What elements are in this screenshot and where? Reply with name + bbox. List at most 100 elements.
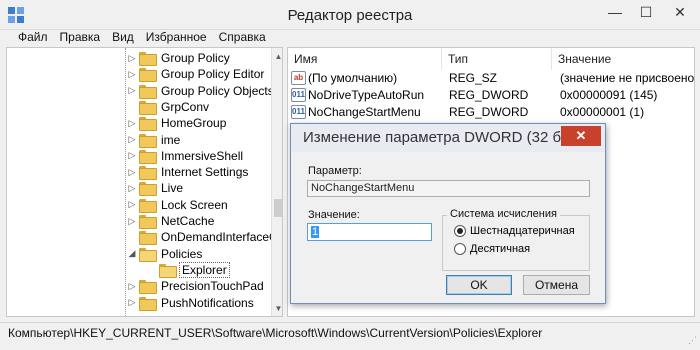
tree-item-label: GrpConv <box>161 99 210 114</box>
tree-item[interactable]: ▷ Group Policy <box>125 50 232 66</box>
value-row[interactable]: ab (По умолчанию) REG_SZ (значение не присв… <box>288 70 694 87</box>
folder-icon <box>139 231 157 246</box>
value-input-text: 1 <box>311 226 320 238</box>
value-input[interactable]: 1 <box>307 223 432 241</box>
column-header-type[interactable]: Тип <box>442 48 552 70</box>
value-row[interactable]: 011 NoChangeStartMenu REG_DWORD 0x00000001 … <box>288 104 694 121</box>
folder-icon <box>139 100 157 115</box>
resize-grip-icon[interactable]: ⋰ <box>688 330 698 345</box>
tree-item-label: ImmersiveShell <box>161 148 244 163</box>
tree-item[interactable]: ◢ Policies <box>125 246 204 262</box>
tree-item[interactable]: OnDemandInterfaceCache <box>125 229 282 246</box>
folder-icon <box>139 247 157 262</box>
scroll-thumb[interactable] <box>274 199 282 217</box>
collapse-icon[interactable]: ◢ <box>125 247 139 261</box>
folder-icon <box>139 280 157 295</box>
tree-item-label: Internet Settings <box>161 165 249 180</box>
expand-icon[interactable] <box>145 263 159 277</box>
base-group-label: Система исчисления <box>447 208 560 220</box>
tree-item-label: ime <box>161 132 181 147</box>
expand-icon[interactable]: ▷ <box>125 116 139 130</box>
expand-icon[interactable] <box>125 100 139 114</box>
menu-bar: Файл Правка Вид Избранное Справка <box>0 30 700 47</box>
value-row[interactable]: 011 NoDriveTypeAutoRun REG_DWORD 0x00000091… <box>288 87 694 104</box>
tree-item[interactable]: ▷ Group Policy Editor <box>125 66 266 83</box>
tree-item[interactable]: ▷ Lock Screen <box>125 197 230 213</box>
menu-help[interactable]: Справка <box>213 30 272 47</box>
maximize-button[interactable]: ☐ <box>631 0 661 24</box>
window-title: Редактор реестра <box>287 7 413 24</box>
tree-item[interactable]: ▷ ImmersiveShell <box>125 148 245 164</box>
expand-icon[interactable]: ▷ <box>125 181 139 195</box>
tree-item-label: NetCache <box>161 214 215 228</box>
tree-item[interactable]: ▷ PushNotifications <box>125 295 256 311</box>
tree-item[interactable]: ▷ ime <box>125 132 182 148</box>
column-header-name[interactable]: Имя <box>288 48 442 70</box>
dialog-close-button[interactable]: ✕ <box>561 126 601 146</box>
tree-item[interactable]: ▷ Internet Settings <box>125 164 250 181</box>
scroll-up-icon[interactable]: ▲ <box>272 48 282 64</box>
expand-icon[interactable]: ▷ <box>125 296 139 310</box>
radio-decimal[interactable]: Десятичная <box>454 242 530 256</box>
tree-item-label: PrecisionTouchPad <box>161 279 264 294</box>
tree-item-label: Group Policy <box>161 51 230 65</box>
expand-icon[interactable]: ▷ <box>125 198 139 212</box>
radio-dec-label: Десятичная <box>470 243 531 255</box>
expand-icon[interactable]: ▷ <box>125 214 139 228</box>
expand-icon[interactable] <box>125 230 139 244</box>
close-button[interactable]: ✕ <box>662 0 698 24</box>
param-name-field: NoChangeStartMenu <box>307 180 590 197</box>
expand-icon[interactable]: ▷ <box>125 84 139 98</box>
radio-dec-indicator[interactable] <box>454 243 466 255</box>
menu-view[interactable]: Вид <box>106 30 140 47</box>
menu-file[interactable]: Файл <box>12 30 54 47</box>
folder-icon <box>159 263 177 278</box>
radio-hexadecimal[interactable]: Шестнадцатеричная <box>454 224 575 238</box>
registry-tree[interactable]: ▷ Group Policy ▷ Group Policy Editor ▷ Group … <box>6 47 283 317</box>
folder-icon <box>139 149 157 164</box>
edit-dword-dialog: Изменение параметра DWORD (32 бита) ✕ Па… <box>290 123 606 304</box>
tree-item-label: Explorer <box>179 261 230 278</box>
tree-item[interactable]: ▷ Group Policy Objects <box>125 83 276 99</box>
minimize-button[interactable]: — <box>600 0 630 24</box>
expand-icon[interactable]: ▷ <box>125 133 139 147</box>
folder-icon <box>139 133 157 148</box>
folder-icon <box>139 117 157 132</box>
radio-hex-indicator[interactable] <box>454 225 466 237</box>
menu-edit[interactable]: Правка <box>54 30 107 47</box>
param-label: Параметр: <box>308 165 362 177</box>
tree-item[interactable]: GrpConv <box>125 99 211 115</box>
status-bar: Компьютер\HKEY_CURRENT_USER\Software\Mic… <box>0 322 700 345</box>
expand-icon[interactable]: ▷ <box>125 279 139 293</box>
value-type: REG_DWORD <box>449 88 529 102</box>
scroll-down-icon[interactable]: ▼ <box>272 300 282 316</box>
value-type: REG_DWORD <box>449 105 529 119</box>
value-data: 0x00000091 (145) <box>560 88 658 102</box>
folder-icon <box>139 182 157 197</box>
tree-item[interactable]: Explorer <box>145 261 230 278</box>
folder-icon <box>139 52 157 66</box>
ok-button[interactable]: OK <box>446 275 512 295</box>
folder-icon <box>139 215 157 229</box>
tree-item[interactable]: ▷ Live <box>125 180 185 197</box>
tree-item-label: Live <box>161 181 184 196</box>
tree-item[interactable]: ▷ NetCache <box>125 213 216 229</box>
tree-item-label: Lock Screen <box>161 197 228 212</box>
tree-scrollbar[interactable]: ▲ ▼ <box>271 48 282 316</box>
dword-value-icon: 011 <box>291 105 306 119</box>
status-path: Компьютер\HKEY_CURRENT_USER\Software\Mic… <box>8 326 543 340</box>
menu-favorites[interactable]: Избранное <box>140 30 213 47</box>
dword-value-icon: 011 <box>291 88 306 102</box>
expand-icon[interactable]: ▷ <box>125 67 139 81</box>
cancel-button[interactable]: Отмена <box>523 275 590 295</box>
column-header-value[interactable]: Значение <box>552 48 694 70</box>
expand-icon[interactable]: ▷ <box>125 149 139 163</box>
tree-item[interactable]: ▷ HomeGroup <box>125 115 228 132</box>
tree-item[interactable]: ▷ PrecisionTouchPad <box>125 278 266 295</box>
value-type: REG_SZ <box>449 71 498 85</box>
tree-item-label: Group Policy Objects <box>161 83 274 98</box>
value-name: NoDriveTypeAutoRun <box>308 88 425 102</box>
expand-icon[interactable]: ▷ <box>125 165 139 179</box>
folder-icon <box>139 296 157 311</box>
expand-icon[interactable]: ▷ <box>125 51 139 65</box>
